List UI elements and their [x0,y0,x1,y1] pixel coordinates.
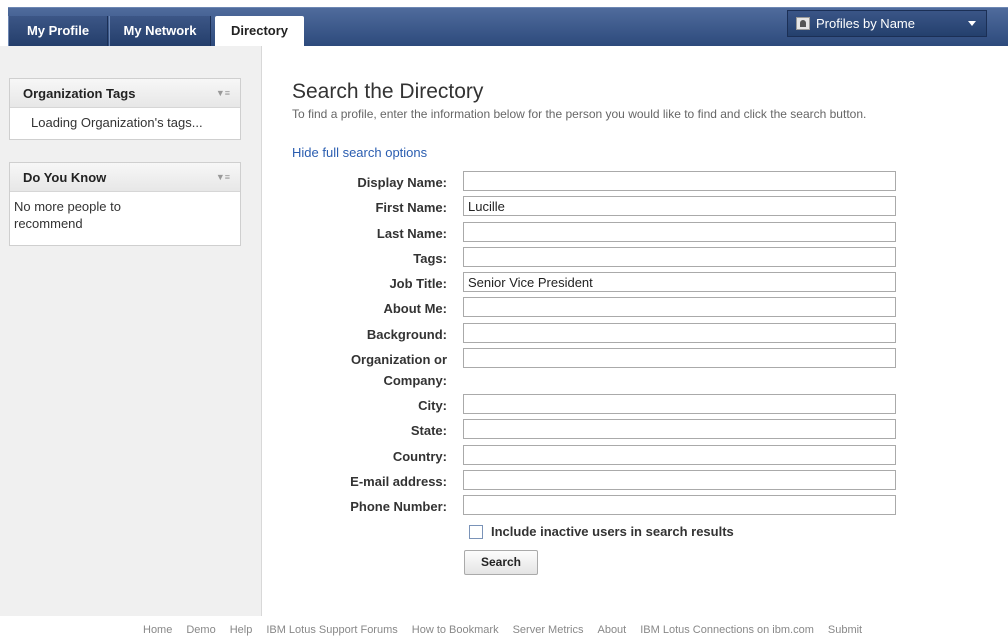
field-label: Phone Number: [350,498,447,515]
form-row: E-mail address: [0,470,1008,492]
field-label: Organization or Company: [351,351,447,389]
footer-link[interactable]: Home [143,624,172,636]
form-row: Tags: [0,247,1008,269]
search-button[interactable]: Search [464,550,538,575]
field-input-12[interactable] [463,470,896,490]
footer-link[interactable]: IBM Lotus Connections on ibm.com [640,624,814,636]
organization-tags-widget: Organization Tags ▼≡ Loading Organizatio… [9,78,241,140]
field-input-6[interactable] [463,297,896,317]
field-label: About Me: [383,300,447,317]
field-input-7[interactable] [463,323,896,343]
footer-link[interactable]: How to Bookmark [412,624,499,636]
form-row: Last Name: [0,222,1008,244]
footer-links: Home Demo Help IBM Lotus Support Forums How … [143,624,876,636]
field-label: First Name: [375,199,447,216]
profile-card-icon [796,17,810,30]
field-input-2[interactable] [463,196,896,216]
field-input-13[interactable] [463,495,896,515]
form-row: Display Name: [0,171,1008,193]
profiles-dropdown-label: Profiles by Name [816,16,915,31]
include-inactive-label: Include inactive users in search results [491,524,734,539]
form-row: Organization or Company: [0,348,1008,388]
field-input-8[interactable] [463,348,896,368]
field-input-11[interactable] [463,445,896,465]
form-row: Background: [0,323,1008,345]
field-label-line: Company: [383,373,447,388]
include-inactive-checkbox[interactable] [469,525,483,539]
footer-link[interactable]: Help [230,624,253,636]
form-row: State: [0,419,1008,441]
form-row: About Me: [0,297,1008,319]
field-label: E-mail address: [350,473,447,490]
field-label: State: [411,422,447,439]
field-label-line: Organization or [350,352,447,367]
field-label: Country: [393,448,447,465]
field-label-line: Country: [392,449,447,464]
field-label-line: Background: [366,327,447,342]
field-label-line: City: [418,398,447,413]
field-input-9[interactable] [463,394,896,414]
footer-link[interactable]: Submit [828,624,862,636]
form-row: Phone Number: [0,495,1008,517]
field-label-line: Display Name: [357,175,447,190]
footer-link[interactable]: Demo [186,624,215,636]
form-row: First Name: [0,196,1008,218]
field-label: Last Name: [377,225,447,242]
field-label: City: [418,397,447,414]
chevron-down-icon[interactable] [968,21,976,26]
widget-title: Organization Tags [23,86,136,101]
footer-link[interactable]: Server Metrics [513,624,584,636]
field-label-line: Last Name: [376,226,447,241]
field-input-1[interactable] [463,171,896,191]
field-label: Display Name: [357,174,447,191]
page-title: Search the Directory [292,80,484,103]
field-input-5[interactable] [463,272,896,292]
form-row: Country: [0,445,1008,467]
form-row: Job Title: [0,272,1008,294]
tab-my-network[interactable]: My Network [109,16,211,46]
field-label-line: About Me: [383,301,447,316]
page-description: To find a profile, enter the information… [292,107,867,121]
top-navigation: My Profile My Network Directory Profiles… [0,0,1008,46]
field-label-line: First Name: [375,200,447,215]
tab-my-profile[interactable]: My Profile [8,16,108,46]
field-input-3[interactable] [463,222,896,242]
profiles-by-name-dropdown[interactable]: Profiles by Name [787,10,987,37]
field-label: Job Title: [389,275,447,292]
field-input-4[interactable] [463,247,896,267]
field-label-line: Job Title: [389,276,447,291]
form-row: City: [0,394,1008,416]
footer-link[interactable]: About [597,624,626,636]
field-label: Tags: [413,250,447,267]
widget-body: Loading Organization's tags... [31,115,203,130]
tab-directory[interactable]: Directory [215,16,304,46]
footer-link[interactable]: IBM Lotus Support Forums [266,624,397,636]
field-label: Background: [367,326,447,343]
field-label-line: E-mail address: [350,474,447,489]
widget-menu-icon[interactable]: ▼≡ [216,79,230,108]
hide-search-options-link[interactable]: Hide full search options [292,145,427,160]
field-label-line: Tags: [413,251,447,266]
field-label-line: State: [410,423,447,438]
field-label-line: Phone Number: [350,499,447,514]
widget-header: Organization Tags ▼≡ [10,79,240,108]
field-input-10[interactable] [463,419,896,439]
